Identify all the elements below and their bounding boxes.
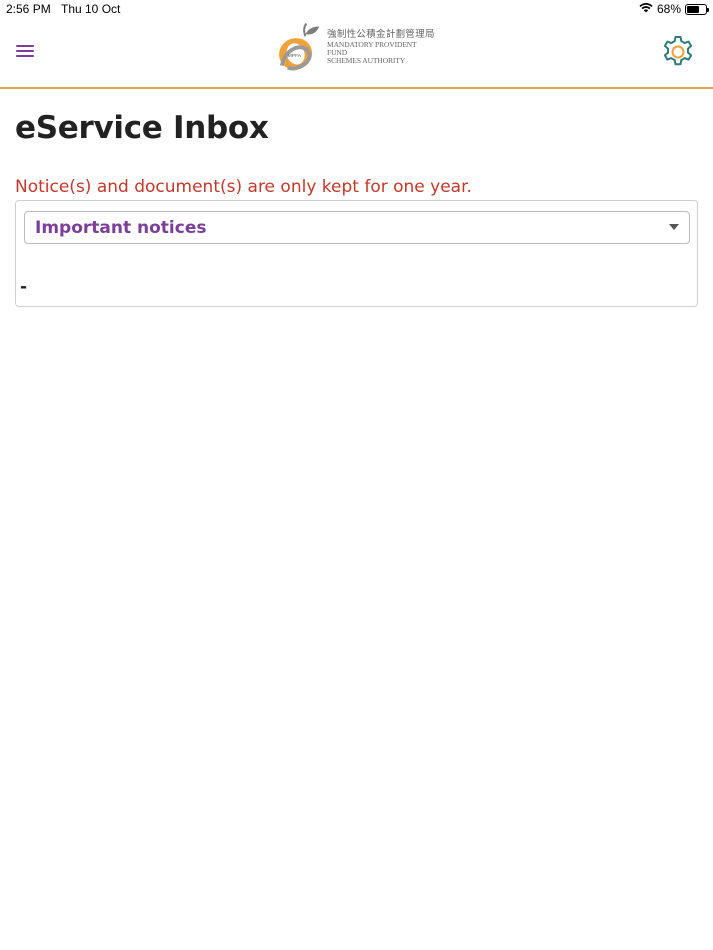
category-select[interactable]: Important notices <box>24 211 690 244</box>
battery-level <box>687 5 700 13</box>
logo-english-2: SCHEMES AUTHORITY <box>327 55 406 65</box>
inbox-panel: Important notices - <box>15 200 698 307</box>
retention-notice: Notice(s) and document(s) are only kept … <box>15 177 472 197</box>
caret-down-icon <box>669 224 679 230</box>
gear-icon[interactable] <box>660 34 696 70</box>
empty-placeholder: - <box>20 277 28 297</box>
wifi-icon <box>639 2 653 16</box>
app-header: MPFA 強制性公積金計劃管理局 MANDATORY PROVIDENT FUN… <box>0 20 713 89</box>
battery-percent: 68% <box>656 2 681 16</box>
mpfa-logo: MPFA 強制性公積金計劃管理局 MANDATORY PROVIDENT FUN… <box>276 20 436 76</box>
battery-icon <box>685 3 709 15</box>
category-select-value: Important notices <box>35 218 207 238</box>
status-time: 2:56 PM <box>6 2 51 16</box>
mpfa-emblem-icon: MPFA <box>279 22 320 71</box>
svg-text:MPFA: MPFA <box>288 53 302 59</box>
status-date: Thu 10 Oct <box>61 2 121 16</box>
status-bar: 2:56 PM Thu 10 Oct 68% <box>0 0 713 20</box>
page-title: eService Inbox <box>15 110 269 146</box>
status-indicators: 68% <box>639 2 709 16</box>
logo-english-1: MANDATORY PROVIDENT FUND <box>327 40 417 58</box>
hamburger-menu-icon[interactable] <box>14 42 36 64</box>
